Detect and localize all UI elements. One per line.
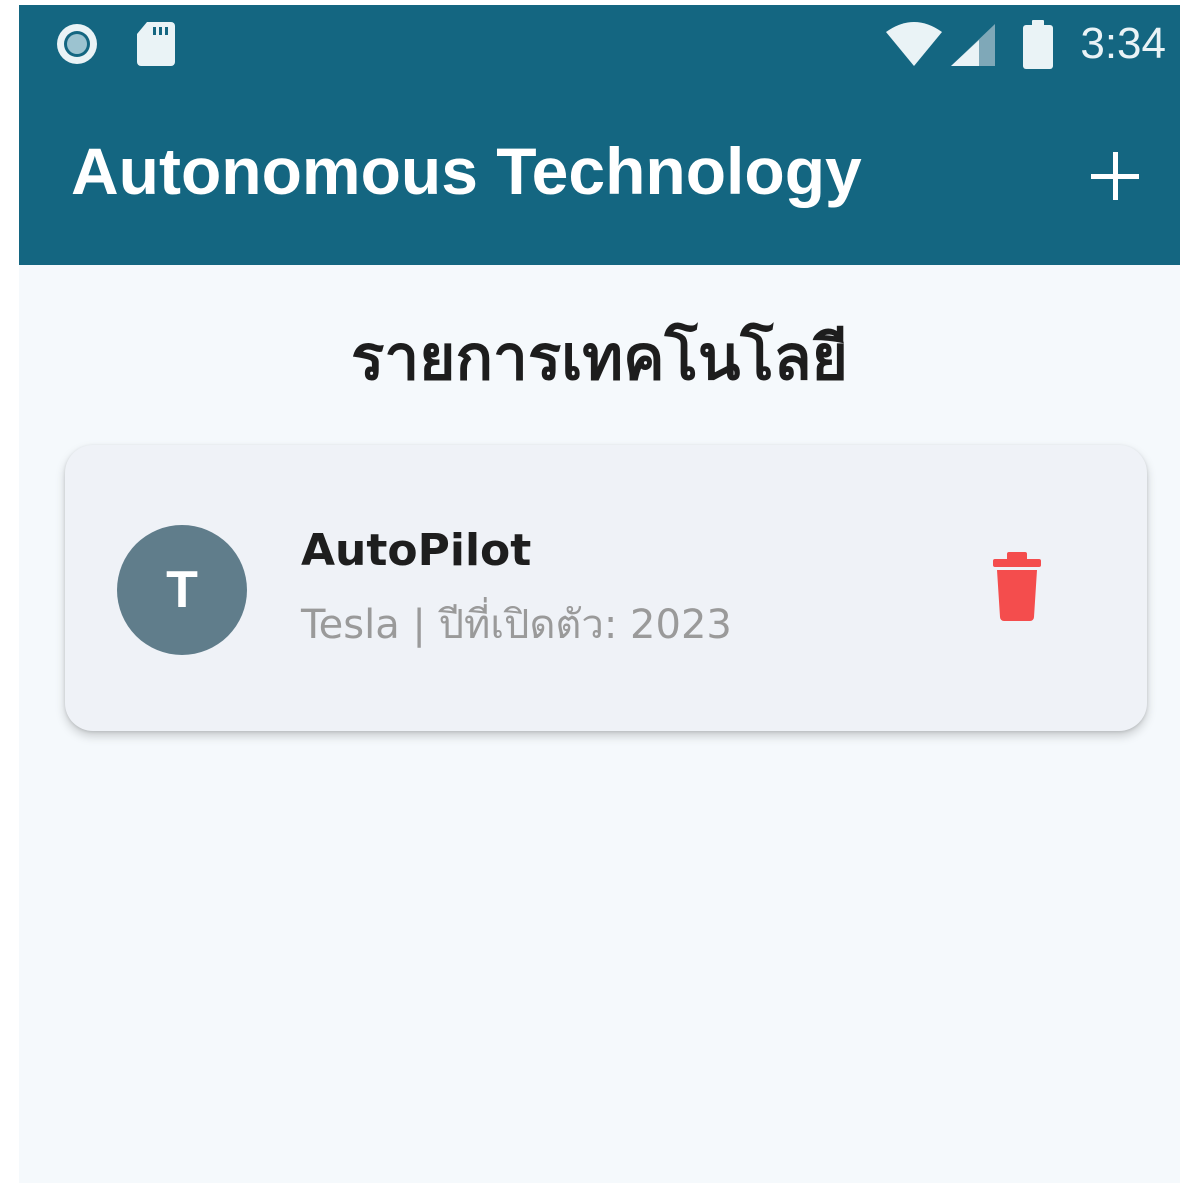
wifi-icon xyxy=(885,22,943,72)
item-subtitle: Tesla | ปีที่เปิดตัว: 2023 xyxy=(301,602,732,648)
sd-card-icon xyxy=(135,20,177,72)
item-title: AutoPilot xyxy=(301,525,532,576)
trash-icon xyxy=(967,552,1067,639)
battery-icon xyxy=(1021,19,1055,75)
app-screen: 3:34 Autonomous Technology รายการเทคโนโล… xyxy=(19,5,1180,1183)
status-bar: 3:34 xyxy=(19,5,1180,83)
section-title: รายการเทคโนโลยี xyxy=(351,321,848,394)
status-time: 3:34 xyxy=(1080,19,1166,68)
add-button[interactable] xyxy=(1070,131,1160,221)
cell-signal-icon xyxy=(949,22,997,72)
delete-button[interactable] xyxy=(967,535,1067,635)
app-title: Autonomous Technology xyxy=(71,134,862,208)
record-icon xyxy=(53,20,101,72)
avatar: T xyxy=(117,525,247,655)
app-bar: Autonomous Technology xyxy=(19,83,1180,265)
plus-icon xyxy=(1070,152,1160,225)
list-item[interactable]: T AutoPilot Tesla | ปีที่เปิดตัว: 2023 xyxy=(65,445,1147,731)
